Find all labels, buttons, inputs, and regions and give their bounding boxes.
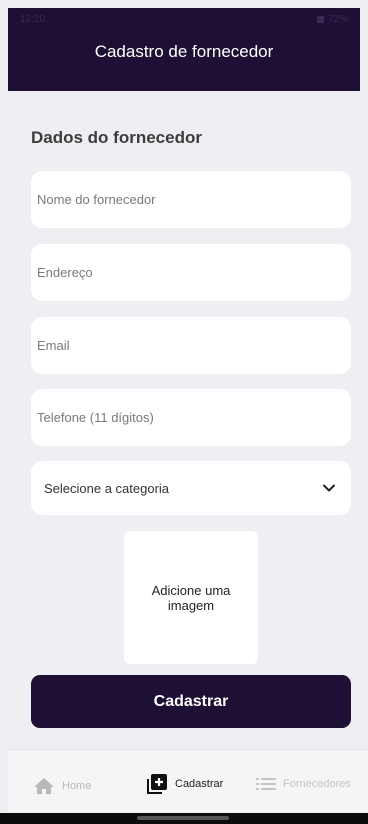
phone-input[interactable] bbox=[37, 410, 351, 425]
email-field[interactable] bbox=[31, 317, 351, 374]
section-title: Dados do fornecedor bbox=[31, 128, 202, 147]
bottom-navigation: Home Cadastrar Fornecedores bbox=[8, 749, 368, 813]
nav-item-label: Fornecedores bbox=[283, 778, 351, 790]
phone-field[interactable] bbox=[31, 389, 351, 446]
nav-item-fornecedores[interactable]: Fornecedores bbox=[256, 777, 351, 791]
email-input[interactable] bbox=[37, 338, 351, 353]
status-time: 12:20 bbox=[20, 13, 46, 25]
nav-item-home[interactable]: Home bbox=[33, 777, 91, 795]
supplier-registration-screen: 12:20 72% Cadastro de fornecedor Dados d… bbox=[0, 0, 368, 824]
supplier-name-field[interactable] bbox=[31, 171, 351, 228]
submit-button[interactable]: Cadastrar bbox=[31, 675, 351, 728]
signal-icon bbox=[316, 15, 324, 23]
address-field[interactable] bbox=[31, 244, 351, 301]
app-header: 12:20 72% Cadastro de fornecedor bbox=[8, 8, 360, 91]
page-title: Cadastro de fornecedor bbox=[94, 42, 274, 61]
image-picker[interactable]: Adicione uma imagem bbox=[124, 531, 258, 664]
nav-item-label: Home bbox=[62, 780, 92, 792]
image-picker-label: Adicione uma imagem bbox=[151, 582, 231, 613]
list-icon bbox=[256, 778, 276, 790]
system-navigation-bar bbox=[0, 813, 368, 824]
nav-item-cadastrar[interactable]: Cadastrar bbox=[146, 773, 223, 795]
battery-level: 72% bbox=[327, 13, 348, 25]
chevron-down-icon bbox=[321, 480, 337, 496]
nav-item-label: Cadastrar bbox=[175, 778, 224, 790]
category-select[interactable]: Selecione a categoria bbox=[31, 461, 351, 515]
category-select-value: Selecione a categoria bbox=[44, 480, 170, 496]
status-bar: 12:20 72% bbox=[20, 13, 348, 25]
home-icon bbox=[34, 778, 54, 794]
status-icons: 72% bbox=[316, 13, 348, 25]
supplier-name-input[interactable] bbox=[37, 192, 351, 207]
home-gesture-handle[interactable] bbox=[137, 816, 229, 820]
address-input[interactable] bbox=[37, 265, 351, 280]
add-box-icon bbox=[147, 774, 167, 794]
